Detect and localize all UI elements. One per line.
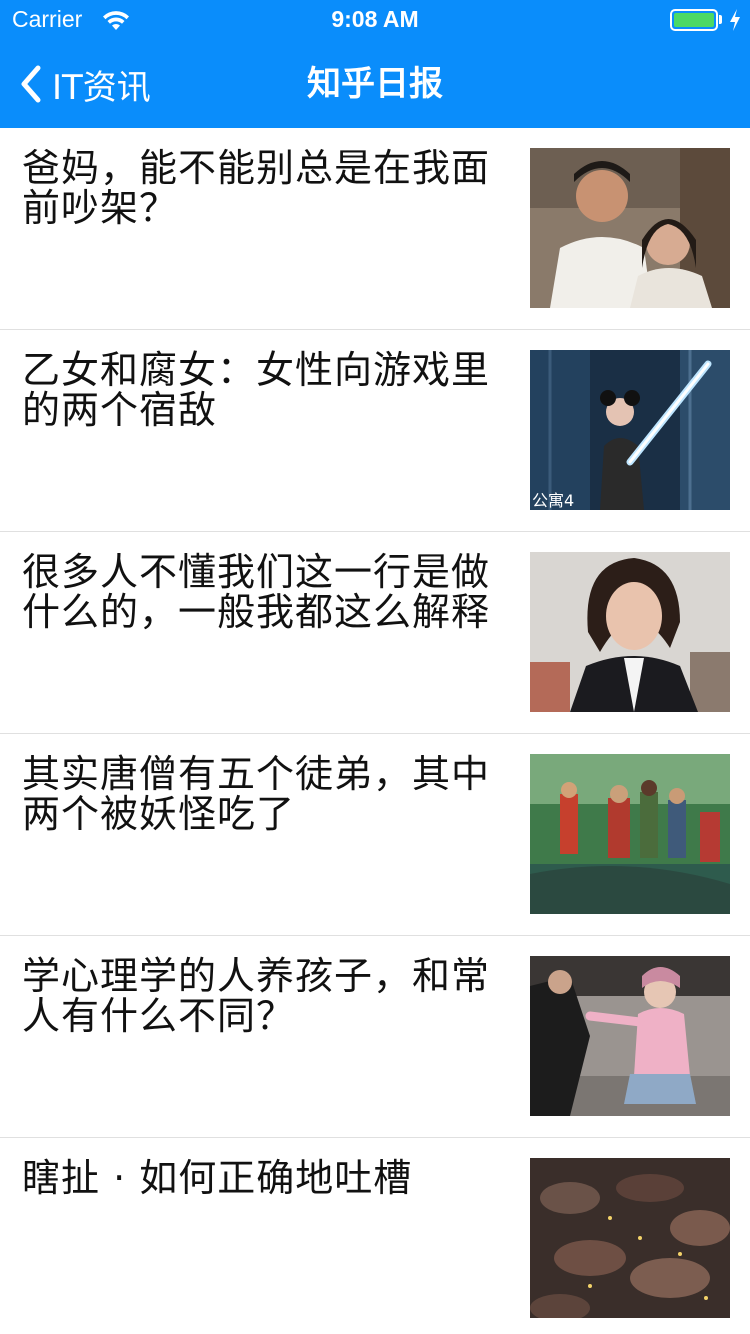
page-title: 知乎日报 — [307, 64, 443, 104]
list-item[interactable]: 爸妈，能不能别总是在我面前吵架？ — [0, 128, 750, 330]
clock-label: 9:08 AM — [331, 6, 419, 32]
navigation-header: Carrier 9:08 AM IT资讯 知乎日报 — [0, 0, 750, 128]
article-title: 其实唐僧有五个徒弟，其中两个被妖怪吃了 — [22, 752, 491, 836]
battery-icon — [670, 9, 718, 31]
article-thumbnail: 公寓4 — [530, 350, 730, 510]
status-bar: Carrier 9:08 AM — [0, 0, 750, 40]
article-list: 爸妈，能不能别总是在我面前吵架？ 乙女和腐女：女性向游戏里的两个宿敌 公寓4 很… — [0, 128, 750, 1334]
nav-bar: IT资讯 知乎日报 — [0, 40, 750, 128]
article-title: 很多人不懂我们这一行是做什么的，一般我都这么解释 — [22, 550, 491, 634]
article-title: 爸妈，能不能别总是在我面前吵架？ — [22, 146, 491, 230]
article-thumbnail — [530, 956, 730, 1116]
charging-icon — [728, 8, 742, 32]
article-title: 瞎扯 · 如何正确地吐槽 — [22, 1156, 413, 1200]
article-thumbnail — [530, 552, 730, 712]
article-title: 学心理学的人养孩子，和常人有什么不同？ — [22, 954, 491, 1038]
list-item[interactable]: 瞎扯 · 如何正确地吐槽 — [0, 1138, 750, 1334]
list-item[interactable]: 学心理学的人养孩子，和常人有什么不同？ — [0, 936, 750, 1138]
thumbnail-caption: 公寓4 — [532, 491, 574, 510]
article-thumbnail — [530, 1158, 730, 1318]
list-item[interactable]: 其实唐僧有五个徒弟，其中两个被妖怪吃了 — [0, 734, 750, 936]
battery-tip — [719, 15, 722, 24]
article-thumbnail — [530, 148, 730, 308]
battery-level — [674, 13, 714, 27]
list-item[interactable]: 很多人不懂我们这一行是做什么的，一般我都这么解释 — [0, 532, 750, 734]
list-item[interactable]: 乙女和腐女：女性向游戏里的两个宿敌 公寓4 — [0, 330, 750, 532]
article-thumbnail — [530, 754, 730, 914]
article-title: 乙女和腐女：女性向游戏里的两个宿敌 — [22, 348, 491, 432]
